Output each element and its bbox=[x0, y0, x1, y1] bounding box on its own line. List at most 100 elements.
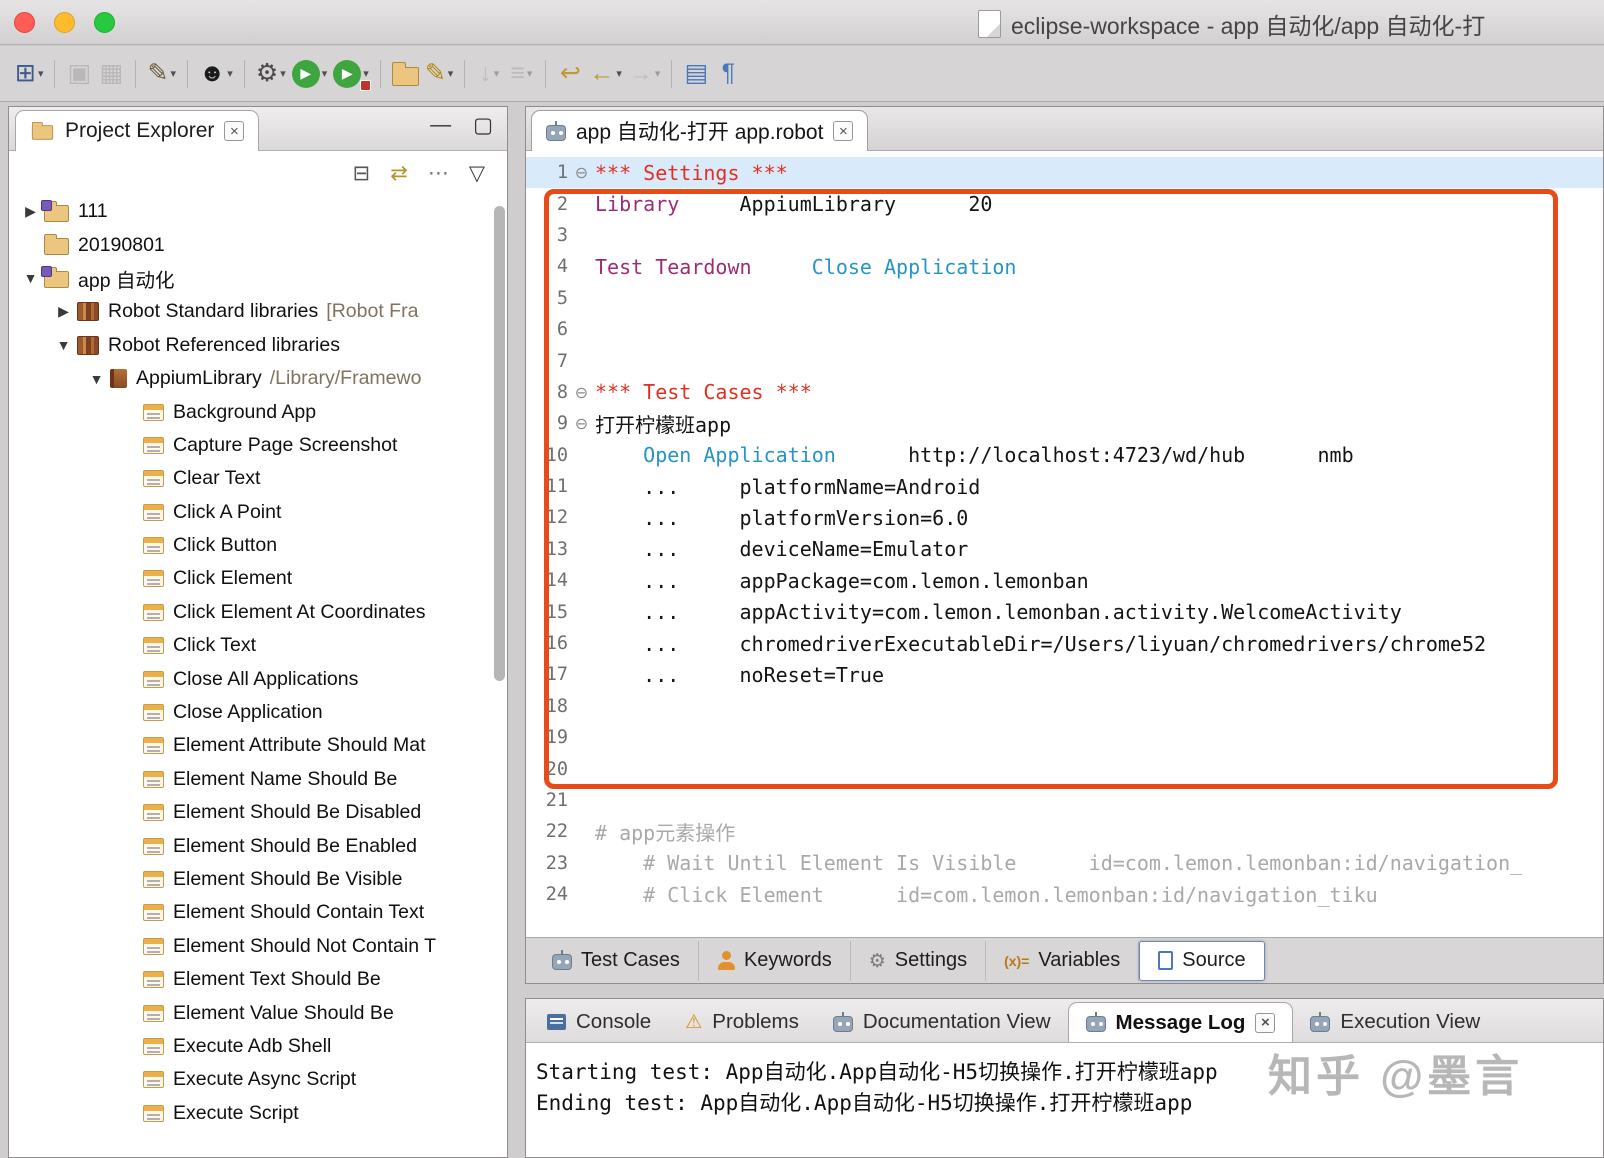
editor-page-tab-settings[interactable]: ⚙Settings bbox=[851, 941, 986, 981]
code-line[interactable]: 18 bbox=[526, 691, 1603, 722]
open-folder-button[interactable] bbox=[389, 54, 422, 94]
code-line[interactable]: 2Library AppiumLibrary 20 bbox=[526, 188, 1603, 219]
blue-page-button[interactable]: ▤ bbox=[680, 54, 712, 94]
code-line[interactable]: 14 ... appPackage=com.lemon.lemonban bbox=[526, 565, 1603, 596]
code-line[interactable]: 5 bbox=[526, 283, 1603, 314]
view-tab-message-log[interactable]: Message Log× bbox=[1068, 1002, 1294, 1042]
editor-page-tab-test-cases[interactable]: Test Cases bbox=[534, 941, 699, 981]
tree-item[interactable]: Click Element At Coordinates bbox=[9, 596, 492, 629]
tree-item[interactable]: Clear Text bbox=[9, 462, 492, 495]
zoom-window-button[interactable] bbox=[94, 12, 115, 33]
user-account-button[interactable]: ☻▾ bbox=[196, 54, 236, 94]
code-line[interactable]: 11 ... platformName=Android bbox=[526, 471, 1603, 502]
maximize-view-button[interactable]: ▢ bbox=[473, 113, 493, 138]
fold-marker-icon[interactable]: ⊖ bbox=[568, 414, 595, 433]
code-line[interactable]: 7 bbox=[526, 345, 1603, 376]
tree-item[interactable]: ▼app 自动化 bbox=[9, 262, 492, 295]
save-all-button[interactable]: ▦ bbox=[95, 54, 127, 94]
code-line[interactable]: 13 ... deviceName=Emulator bbox=[526, 534, 1603, 565]
view-tab-console[interactable]: Console bbox=[530, 1002, 668, 1042]
tree-item[interactable]: Element Should Be Visible bbox=[9, 863, 492, 896]
minimize-view-button[interactable]: — bbox=[430, 113, 451, 138]
code-line[interactable]: 21 bbox=[526, 785, 1603, 816]
view-tab-documentation-view[interactable]: Documentation View bbox=[816, 1002, 1068, 1042]
tree-item[interactable]: Click Element bbox=[9, 562, 492, 595]
tree-item[interactable]: Element Should Be Disabled bbox=[9, 796, 492, 829]
code-line[interactable]: 15 ... appActivity=com.lemon.lemonban.ac… bbox=[526, 596, 1603, 627]
view-menu-button[interactable]: ▽ bbox=[469, 161, 485, 186]
forward-button[interactable]: →▾ bbox=[625, 54, 664, 94]
collapse-all-button[interactable]: ⊟ bbox=[353, 161, 371, 186]
external-tools-button[interactable]: ✎▾ bbox=[144, 54, 178, 94]
code-line[interactable]: 10 Open Application http://localhost:472… bbox=[526, 440, 1603, 471]
tree-item[interactable]: Close Application bbox=[9, 696, 492, 729]
editor-page-tab-source[interactable]: Source bbox=[1139, 941, 1264, 981]
back-button[interactable]: ←▾ bbox=[586, 54, 625, 94]
tree-item[interactable]: 20190801 bbox=[9, 228, 492, 261]
tree-item[interactable]: Execute Script bbox=[9, 1097, 492, 1130]
run-button[interactable]: ▶▾ bbox=[289, 54, 331, 94]
tree-item[interactable]: Execute Adb Shell bbox=[9, 1030, 492, 1063]
code-line[interactable]: 8⊖*** Test Cases *** bbox=[526, 377, 1603, 408]
tree-item[interactable]: ▼Robot Referenced libraries bbox=[9, 329, 492, 362]
tree-item[interactable]: Element Text Should Be bbox=[9, 963, 492, 996]
tree-item[interactable]: ▼AppiumLibrary/Library/Framewo bbox=[9, 362, 492, 395]
code-line[interactable]: 24 # Click Element id=com.lemon.lemonban… bbox=[526, 879, 1603, 910]
tree-item[interactable]: Element Name Should Be bbox=[9, 763, 492, 796]
hierarchy-button[interactable]: ≡▾ bbox=[505, 54, 537, 94]
tree-item[interactable]: Element Should Be Enabled bbox=[9, 829, 492, 862]
new-wizard-button[interactable]: ⊞▾ bbox=[12, 54, 46, 94]
minimize-window-button[interactable] bbox=[54, 12, 75, 33]
close-view-icon[interactable]: × bbox=[224, 121, 244, 141]
code-editor[interactable]: 1⊖*** Settings ***2Library AppiumLibrary… bbox=[526, 151, 1603, 937]
debug-button[interactable]: ⚙▾ bbox=[253, 54, 289, 94]
code-line[interactable]: 20 bbox=[526, 753, 1603, 784]
code-line[interactable]: 16 ... chromedriverExecutableDir=/Users/… bbox=[526, 628, 1603, 659]
code-line[interactable]: 22# app元素操作 bbox=[526, 816, 1603, 847]
tree-item[interactable]: Element Attribute Should Mat bbox=[9, 729, 492, 762]
save-button[interactable]: ▣ bbox=[63, 54, 95, 94]
code-line[interactable]: 12 ... platformVersion=6.0 bbox=[526, 502, 1603, 533]
run-history-button[interactable]: ▶▾ bbox=[330, 54, 372, 94]
tree-item[interactable]: ▶111 bbox=[9, 195, 492, 228]
code-line[interactable]: 19 bbox=[526, 722, 1603, 753]
tree-item[interactable]: Element Value Should Be bbox=[9, 996, 492, 1029]
close-view-tab-icon[interactable]: × bbox=[1255, 1013, 1275, 1033]
code-line[interactable]: 23 # Wait Until Element Is Visible id=co… bbox=[526, 848, 1603, 879]
expander-icon[interactable]: ▼ bbox=[83, 371, 110, 387]
close-window-button[interactable] bbox=[14, 12, 35, 33]
code-line[interactable]: 17 ... noReset=True bbox=[526, 659, 1603, 690]
tree-item[interactable]: Close All Applications bbox=[9, 662, 492, 695]
editor-page-tab-keywords[interactable]: Keywords bbox=[699, 941, 851, 981]
view-tab-execution-view[interactable]: Execution View bbox=[1293, 1002, 1497, 1042]
code-line[interactable]: 1⊖*** Settings *** bbox=[526, 157, 1603, 188]
brush-tool-button[interactable]: ✎▾ bbox=[422, 54, 456, 94]
tree-item[interactable]: Element Should Contain Text bbox=[9, 896, 492, 929]
expander-icon[interactable]: ▼ bbox=[50, 337, 77, 353]
view-tab-problems[interactable]: ⚠Problems bbox=[668, 1002, 816, 1042]
tree-item[interactable]: ▶Robot Standard libraries[Robot Fra bbox=[9, 295, 492, 328]
tree-item[interactable]: Click A Point bbox=[9, 496, 492, 529]
tree-item[interactable]: Capture Page Screenshot bbox=[9, 429, 492, 462]
editor-page-tab-variables[interactable]: (x)=Variables bbox=[986, 941, 1139, 981]
show-whitespace-button[interactable]: ¶ bbox=[712, 54, 744, 94]
code-line[interactable]: 9⊖打开柠檬班app bbox=[526, 408, 1603, 439]
fold-marker-icon[interactable]: ⊖ bbox=[568, 163, 595, 182]
tree-item[interactable]: Background App bbox=[9, 395, 492, 428]
expander-icon[interactable]: ▼ bbox=[17, 270, 44, 286]
code-line[interactable]: 6 bbox=[526, 314, 1603, 345]
code-line[interactable]: 4Test Teardown Close Application bbox=[526, 251, 1603, 282]
tree-item[interactable]: Click Text bbox=[9, 629, 492, 662]
expander-icon[interactable]: ▶ bbox=[17, 203, 44, 220]
view-options-button[interactable]: ⋯ bbox=[428, 161, 449, 186]
code-line[interactable]: 3 bbox=[526, 220, 1603, 251]
editor-tab[interactable]: app 自动化-打开 app.robot × bbox=[531, 110, 868, 151]
tree-item[interactable]: Click Button bbox=[9, 529, 492, 562]
expander-icon[interactable]: ▶ bbox=[50, 303, 77, 320]
next-annotation-button[interactable]: ↓▾ bbox=[473, 54, 505, 94]
close-editor-tab-icon[interactable]: × bbox=[833, 121, 853, 141]
tree-item[interactable]: Execute Async Script bbox=[9, 1063, 492, 1096]
explorer-scrollbar[interactable] bbox=[494, 206, 505, 681]
link-with-editor-button[interactable]: ⇄ bbox=[390, 161, 408, 186]
fold-marker-icon[interactable]: ⊖ bbox=[568, 383, 595, 402]
